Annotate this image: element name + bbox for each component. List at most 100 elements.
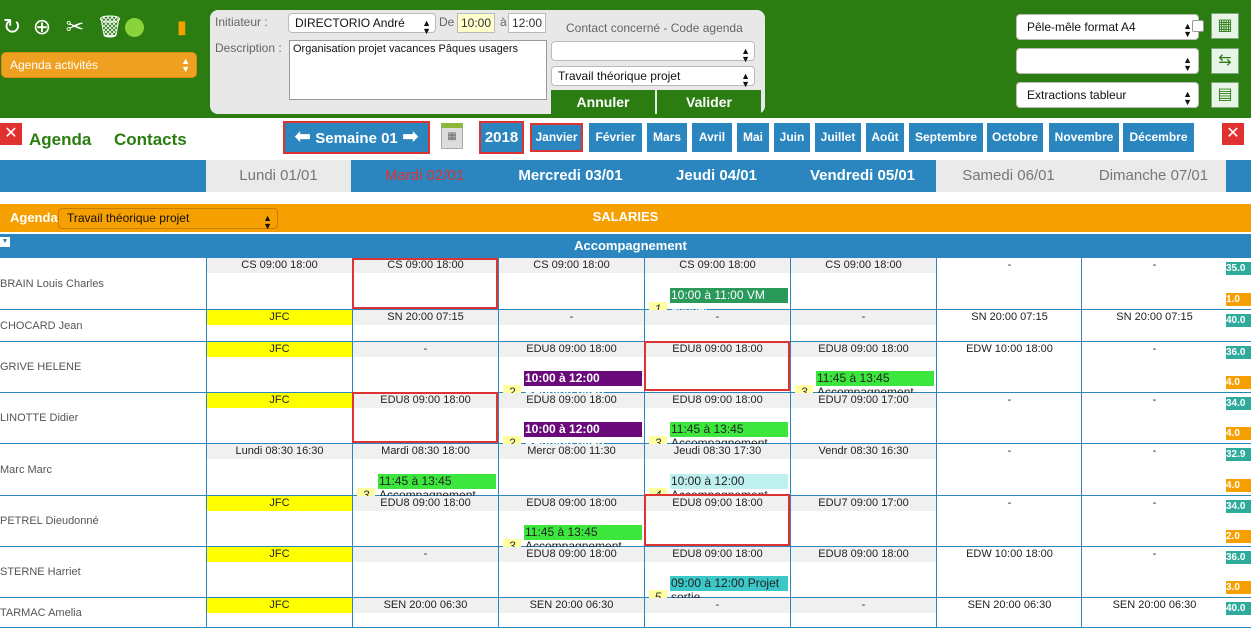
agenda-link[interactable]: Agenda bbox=[29, 130, 91, 150]
schedule-cell[interactable]: - bbox=[1081, 496, 1227, 546]
shift-label: EDU7 09:00 17:00 bbox=[791, 393, 936, 408]
print-checkbox[interactable] bbox=[1192, 20, 1204, 32]
close-icon[interactable]: ✕ bbox=[0, 123, 22, 145]
schedule-cell[interactable]: CS 09:00 18:00 bbox=[206, 258, 352, 309]
cancel-button[interactable]: Annuler bbox=[551, 90, 655, 114]
month-tab[interactable]: Août bbox=[866, 123, 904, 152]
schedule-cell[interactable]: - bbox=[1081, 258, 1227, 309]
contacts-link[interactable]: Contacts bbox=[114, 130, 187, 150]
schedule-cell[interactable]: Mercr 08:00 11:30 bbox=[498, 444, 644, 495]
close-right-icon[interactable]: ✕ bbox=[1222, 123, 1244, 145]
month-tab[interactable]: Juin bbox=[774, 123, 810, 152]
shift-label: SN 20:00 07:15 bbox=[937, 310, 1082, 325]
schedule-cell[interactable]: SN 20:00 07:15 bbox=[1081, 310, 1227, 341]
schedule-cell[interactable]: JFC bbox=[206, 342, 352, 392]
schedule-cell[interactable]: EDU8 09:00 18:00 bbox=[790, 547, 936, 597]
month-tab[interactable]: Avril bbox=[692, 123, 732, 152]
time-from-input[interactable]: 10:00 bbox=[457, 13, 495, 33]
schedule-cell[interactable]: - bbox=[1081, 444, 1227, 495]
trash-icon[interactable]: 🗑 bbox=[96, 12, 124, 42]
day-header-cell[interactable]: Jeudi 04/01 bbox=[644, 160, 789, 192]
month-tab[interactable]: Janvier bbox=[530, 123, 583, 152]
status-dot-icon[interactable] bbox=[125, 18, 144, 37]
schedule-cell[interactable]: SEN 20:00 06:30 bbox=[352, 598, 498, 627]
schedule-cell[interactable]: EDW 10:00 18:00 bbox=[936, 547, 1082, 597]
schedule-cell[interactable]: CS 09:00 18:00 bbox=[498, 258, 644, 309]
month-tab[interactable]: Juillet bbox=[815, 123, 861, 152]
print-format-select[interactable]: Pêle-mêle format A4 ▲ ▼ bbox=[1016, 14, 1199, 40]
day-header-cell[interactable]: Samedi 06/01 bbox=[936, 160, 1081, 192]
validate-button[interactable]: Valider bbox=[657, 90, 761, 114]
next-week-arrow-icon[interactable]: ➡ bbox=[402, 126, 419, 148]
schedule-cell[interactable]: EDU7 09:00 17:00 bbox=[790, 393, 936, 443]
schedule-cell[interactable]: SEN 20:00 06:30 bbox=[936, 598, 1082, 627]
schedule-cell[interactable]: - bbox=[644, 310, 790, 341]
initiator-select[interactable]: DIRECTORIO André ▲ ▼ bbox=[288, 13, 436, 36]
total-badge: 35.0 bbox=[1226, 262, 1251, 275]
schedule-cell[interactable]: - bbox=[790, 598, 936, 627]
shift-label: EDW 10:00 18:00 bbox=[937, 342, 1082, 357]
day-header-cell[interactable]: Vendredi 05/01 bbox=[790, 160, 935, 192]
prev-week-arrow-icon[interactable]: ⬅ bbox=[294, 126, 311, 148]
schedule-cell[interactable]: EDW 10:00 18:00 bbox=[936, 342, 1082, 392]
schedule-cell[interactable]: Vendr 08:30 16:30 bbox=[790, 444, 936, 495]
schedule-cell[interactable]: JFC bbox=[206, 393, 352, 443]
schedule-cell[interactable]: - bbox=[936, 393, 1082, 443]
schedule-cell[interactable]: JFC bbox=[206, 547, 352, 597]
month-tab[interactable]: Décembre bbox=[1123, 123, 1194, 152]
schedule-cell[interactable]: - bbox=[790, 310, 936, 341]
schedule-cell[interactable]: JFC bbox=[206, 598, 352, 627]
schedule-cell[interactable]: EDU8 09:00 18:00 bbox=[498, 547, 644, 597]
spreadsheet-icon[interactable]: ▤ bbox=[1211, 82, 1239, 108]
schedule-cell[interactable]: SN 20:00 07:15 bbox=[352, 310, 498, 341]
day-header-cell[interactable]: Dimanche 07/01 bbox=[1081, 160, 1226, 192]
schedule-cell[interactable]: CS 09:00 18:00 bbox=[790, 258, 936, 309]
exit-door-icon[interactable]: ▮ bbox=[170, 12, 194, 42]
schedule-cell[interactable]: - bbox=[644, 598, 790, 627]
description-textarea[interactable]: Organisation projet vacances Pâques usag… bbox=[289, 40, 547, 100]
schedule-cell[interactable]: - bbox=[498, 310, 644, 341]
code-select[interactable]: Travail théorique projet ▲ ▼ bbox=[551, 66, 755, 89]
selected-slot-outline bbox=[352, 258, 498, 309]
day-header-cell[interactable]: Mercredi 03/01 bbox=[498, 160, 643, 192]
time-to-input[interactable]: 12:00 bbox=[508, 13, 546, 33]
year-selector[interactable]: 2018 bbox=[479, 121, 524, 154]
day-header-cell[interactable]: Lundi 01/01 bbox=[206, 160, 351, 192]
schedule-cell[interactable]: - bbox=[1081, 393, 1227, 443]
schedule-cell[interactable]: - bbox=[352, 547, 498, 597]
schedule-cell[interactable]: JFC bbox=[206, 496, 352, 546]
schedule-cell[interactable]: Lundi 08:30 16:30 bbox=[206, 444, 352, 495]
schedule-cell[interactable]: - bbox=[936, 496, 1082, 546]
tools-icon[interactable]: ✂ bbox=[63, 12, 87, 42]
export-select[interactable]: Extractions tableur ▲ ▼ bbox=[1016, 82, 1199, 108]
swap-icon[interactable]: ⇆ bbox=[1211, 48, 1239, 74]
description-label: Description : bbox=[215, 41, 282, 55]
layout-icon[interactable]: ▦ bbox=[1211, 13, 1239, 39]
month-tab[interactable]: Novembre bbox=[1049, 123, 1119, 152]
target-icon[interactable]: ⊕ bbox=[30, 12, 54, 42]
schedule-cell[interactable]: EDU7 09:00 17:00 bbox=[790, 496, 936, 546]
schedule-cell[interactable]: - bbox=[936, 444, 1082, 495]
schedule-cell[interactable]: - bbox=[1081, 342, 1227, 392]
schedule-cell[interactable]: - bbox=[936, 258, 1082, 309]
agenda-code-select[interactable]: Travail théorique projet ▲ ▼ bbox=[58, 208, 278, 231]
select-caret-icon: ▲ ▼ bbox=[1183, 55, 1192, 73]
refresh-icon[interactable]: ↻ bbox=[0, 12, 24, 42]
month-tab[interactable]: Octobre bbox=[987, 123, 1043, 152]
schedule-cell[interactable]: SEN 20:00 06:30 bbox=[1081, 598, 1227, 627]
secondary-select[interactable]: ▲ ▼ bbox=[1016, 48, 1199, 74]
schedule-cell[interactable]: SN 20:00 07:15 bbox=[936, 310, 1082, 341]
calendar-icon[interactable]: ▦ bbox=[441, 123, 463, 149]
month-tab[interactable]: Février bbox=[589, 123, 642, 152]
month-tab[interactable]: Mai bbox=[737, 123, 769, 152]
contact-select[interactable]: ▲ ▼ bbox=[551, 41, 755, 64]
schedule-cell[interactable]: EDU8 09:00 18:00 bbox=[352, 496, 498, 546]
day-header-cell[interactable]: Mardi 02/01 bbox=[352, 160, 497, 192]
schedule-cell[interactable]: JFC bbox=[206, 310, 352, 341]
schedule-cell[interactable]: - bbox=[352, 342, 498, 392]
schedule-cell[interactable]: - bbox=[1081, 547, 1227, 597]
month-tab[interactable]: Mars bbox=[647, 123, 687, 152]
agenda-type-select[interactable]: Agenda activités ▲ ▼ bbox=[1, 52, 197, 78]
month-tab[interactable]: Septembre bbox=[909, 123, 983, 152]
schedule-cell[interactable]: SEN 20:00 06:30 bbox=[498, 598, 644, 627]
